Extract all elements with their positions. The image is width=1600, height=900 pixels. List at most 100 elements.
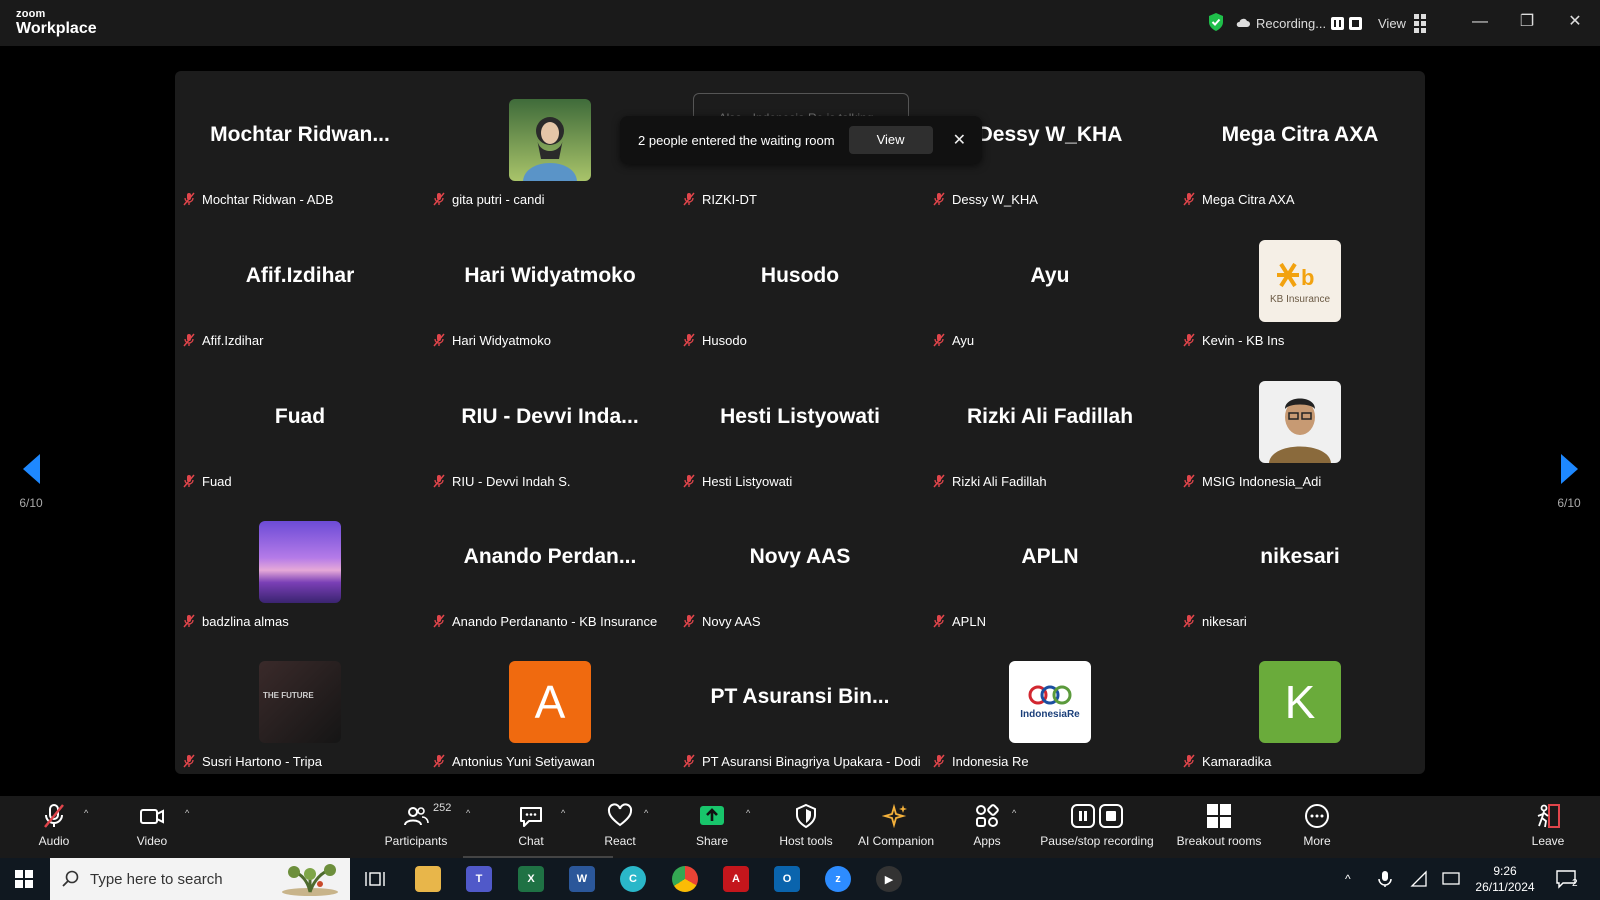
participant-tile[interactable]: Hesti Listyowati Hesti Listyowati [675,353,925,494]
participant-tile[interactable]: A Antonius Yuni Setiyawan [425,633,675,774]
participant-name: Afif.Izdihar [202,332,264,348]
previous-page-button[interactable]: 6/10 [1,428,61,518]
participant-tile[interactable]: Afif.Izdihar Afif.Izdihar [175,212,425,353]
windows-start-icon[interactable] [15,870,33,888]
display-icon[interactable] [1442,870,1460,888]
participant-tile[interactable]: Ayu Ayu [925,212,1175,353]
stop-recording-icon[interactable] [1349,16,1363,30]
mic-muted-icon [1183,474,1195,488]
breakout-rooms-button[interactable]: Breakout rooms [1171,802,1267,854]
ai-companion-label: AI Companion [857,834,935,848]
leave-button[interactable]: Leave [1530,802,1566,854]
react-button[interactable]: React [599,802,641,854]
chrome-icon[interactable] [672,866,698,892]
participant-avatar: THE FUTURE [259,661,341,743]
file-explorer-icon[interactable] [415,866,441,892]
taskbar-clock[interactable]: 9:26 26/11/2024 [1470,863,1540,895]
participant-tile[interactable]: PT Asuransi Bin... PT Asuransi Binagriya … [675,633,925,774]
participant-name: Mochtar Ridwan - ADB [202,191,334,207]
media-player-icon[interactable]: ▶ [876,866,902,892]
zoom-taskbar-icon[interactable]: z [825,866,851,892]
participant-tile[interactable]: THE FUTURE Susri Hartono - Tripa [175,633,425,774]
title-bar: zoom Workplace Recording... View — ❐ ✕ [0,0,1600,46]
acrobat-icon[interactable]: A [723,866,749,892]
teams-icon[interactable]: T [466,866,492,892]
share-button[interactable]: Share [690,802,734,854]
excel-icon[interactable]: X [518,866,544,892]
apps-options-caret-icon[interactable]: ^ [1012,808,1016,818]
mic-muted-icon [1183,192,1195,206]
video-button[interactable]: Video [128,802,176,854]
participant-tile[interactable]: APLN APLN [925,493,1175,634]
participant-tile[interactable]: IndonesiaRe Indonesia Re [925,633,1175,774]
task-view-icon[interactable] [365,870,385,888]
participant-name-bar: Fuad [182,472,232,490]
participant-name: APLN [952,613,986,629]
participant-tile[interactable]: Husodo Husodo [675,212,925,353]
pause-stop-recording-button[interactable]: Pause/stop recording [1034,802,1160,854]
audio-options-caret-icon[interactable]: ^ [84,808,88,818]
network-icon[interactable] [1410,870,1428,888]
apps-button[interactable]: Apps [966,802,1008,854]
participant-display-name: Novy AAS [749,545,851,568]
participant-name: Novy AAS [702,613,761,629]
participant-name: RIU - Devvi Indah S. [452,473,571,489]
participant-tile[interactable]: Mochtar Ridwan... Mochtar Ridwan - ADB [175,71,425,212]
participant-display-name: APLN [1021,545,1079,568]
tray-chevron-icon[interactable]: ^ [1345,858,1351,900]
close-window-icon[interactable]: ✕ [1563,10,1587,34]
taskbar-search-box[interactable]: Type here to search [50,858,350,900]
restore-icon[interactable]: ❐ [1515,10,1539,34]
participant-tile[interactable]: MSIG Indonesia_Adi [1175,353,1425,494]
tray-mic-icon[interactable] [1378,870,1392,888]
slide-thumbnail-text: THE FUTURE [263,691,314,700]
participant-tile[interactable]: badzlina almas [175,493,425,634]
participant-display-name: Hari Widyatmoko [464,264,636,287]
search-icon [62,870,79,887]
share-options-caret-icon[interactable]: ^ [746,808,750,818]
video-label: Video [136,834,168,848]
participant-tile[interactable]: Rizki Ali Fadillah Rizki Ali Fadillah [925,353,1175,494]
participant-tile[interactable]: Fuad Fuad [175,353,425,494]
word-icon[interactable]: W [569,866,595,892]
react-options-caret-icon[interactable]: ^ [644,808,648,818]
host-tools-button[interactable]: Host tools [775,802,837,854]
video-options-caret-icon[interactable]: ^ [185,808,189,818]
participant-tile[interactable]: Mega Citra AXA Mega Citra AXA [1175,71,1425,212]
view-button[interactable]: View [1378,12,1426,34]
leave-label: Leave [1531,834,1565,848]
participant-tile[interactable]: Anando Perdan... Anando Perdananto - KB I… [425,493,675,634]
chat-options-caret-icon[interactable]: ^ [561,808,565,818]
more-button[interactable]: More [1296,802,1338,854]
participant-tile[interactable]: K Kamaradika [1175,633,1425,774]
host-tools-label: Host tools [779,834,833,848]
participant-display-name: Rizki Ali Fadillah [966,405,1134,428]
participant-tile[interactable]: RIU - Devvi Inda... RIU - Devvi Indah S. [425,353,675,494]
participant-display-name: Mochtar Ridwan... [210,123,390,146]
participant-avatar [1259,381,1341,463]
logo-bottom: Workplace [16,20,97,37]
participant-tile[interactable]: b KB Insurance Kevin - KB Ins [1175,212,1425,353]
pause-recording-icon[interactable] [1331,16,1345,30]
ai-companion-button[interactable]: AI Companion [854,802,938,854]
participant-tile[interactable]: nikesari nikesari [1175,493,1425,634]
canva-icon[interactable]: C [620,866,646,892]
participants-options-caret-icon[interactable]: ^ [466,808,470,818]
recording-indicator[interactable]: Recording... [1236,12,1363,34]
notification-view-button[interactable]: View [848,126,933,154]
participant-tile[interactable]: Hari Widyatmoko Hari Widyatmoko [425,212,675,353]
next-page-button[interactable]: 6/10 [1539,428,1599,518]
audio-button[interactable]: Audio [32,802,76,854]
encryption-shield-icon[interactable] [1207,12,1225,32]
video-camera-icon [140,809,164,824]
outlook-icon[interactable]: O [774,866,800,892]
participant-name-bar: badzlina almas [182,612,289,630]
search-highlight-illustration-icon [282,864,338,896]
participant-name: MSIG Indonesia_Adi [1202,473,1322,489]
chat-button[interactable]: Chat [512,802,550,854]
participant-tile[interactable]: Novy AAS Novy AAS [675,493,925,634]
notification-close-icon[interactable]: ✕ [953,130,966,150]
minimize-icon[interactable]: — [1468,10,1492,34]
breakout-rooms-icon [1207,804,1231,828]
participant-name-bar: PT Asuransi Binagriya Upakara - Dodi [682,752,921,770]
